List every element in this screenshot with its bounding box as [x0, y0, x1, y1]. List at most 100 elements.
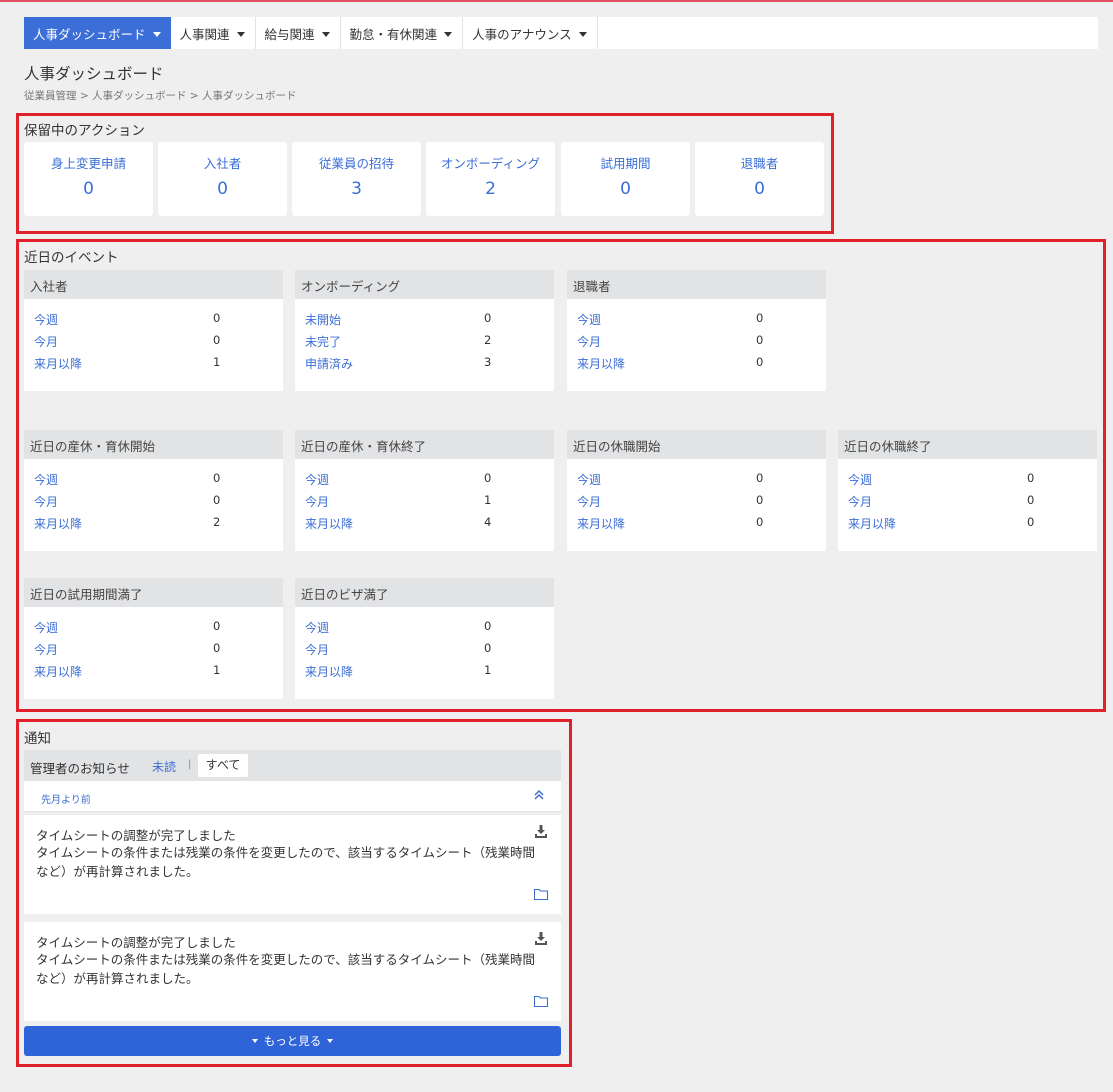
event-row-value: 0	[756, 311, 764, 325]
event-row-label[interactable]: 来月以降	[34, 355, 82, 372]
event-card-maternity-end: 近日の産休・育休終了 今週 0 今月 1 来月以降 4	[295, 430, 554, 551]
nav-hr-related[interactable]: 人事関連	[171, 17, 256, 49]
action-label: 退職者	[740, 156, 779, 171]
nav-hr-dashboard[interactable]: 人事ダッシュボード	[24, 17, 171, 49]
event-row-label[interactable]: 来月以降	[305, 663, 353, 680]
event-row-value: 0	[213, 493, 221, 507]
event-row-label[interactable]: 今週	[34, 471, 58, 488]
event-row-label[interactable]: 未完了	[305, 333, 341, 350]
tab-unread[interactable]: 未読	[152, 758, 176, 775]
action-card-probation[interactable]: 試用期間 0	[561, 142, 690, 216]
chevron-down-icon	[578, 31, 587, 37]
show-more-label: もっと見る	[263, 1034, 322, 1048]
event-row-value: 0	[484, 619, 492, 633]
event-row-label[interactable]: 申請済み	[305, 355, 353, 372]
notification-body: タイムシートの条件または残業の条件を変更したので、該当するタイムシート（残業時間…	[36, 952, 536, 986]
event-row-value: 0	[756, 515, 764, 529]
event-row-label[interactable]: 来月以降	[848, 515, 896, 532]
event-row-label[interactable]: 今月	[305, 493, 329, 510]
event-row-label[interactable]: 来月以降	[305, 515, 353, 532]
event-card-title: 近日の休職開始	[567, 430, 826, 459]
action-label: 入社者	[203, 156, 242, 171]
older-group-label: 先月より前	[41, 795, 91, 806]
download-icon[interactable]	[533, 930, 549, 946]
nav-attendance[interactable]: 勤怠・有休関連	[341, 17, 464, 49]
event-row-label[interactable]: 今月	[305, 641, 329, 658]
event-row-label[interactable]: 来月以降	[34, 515, 82, 532]
caret-down-icon	[251, 1039, 258, 1043]
event-card-leave-start: 近日の休職開始 今週 0 今月 0 来月以降 0	[567, 430, 826, 551]
action-count: 0	[83, 179, 94, 199]
nav-label: 人事関連	[179, 26, 230, 42]
event-row-label[interactable]: 来月以降	[577, 355, 625, 372]
event-row-value: 0	[484, 471, 492, 485]
event-row-label[interactable]: 今月	[34, 333, 58, 350]
download-icon[interactable]	[533, 823, 549, 839]
event-row-label[interactable]: 今月	[577, 493, 601, 510]
event-row-label[interactable]: 来月以降	[34, 663, 82, 680]
action-card-onboarding[interactable]: オンボーディング 2	[426, 142, 555, 216]
nav-payroll[interactable]: 給与関連	[256, 17, 341, 49]
event-row-value: 2	[484, 333, 492, 347]
action-count: 2	[485, 179, 496, 199]
event-row-label[interactable]: 今週	[34, 619, 58, 636]
tab-all[interactable]: すべて	[198, 754, 248, 777]
action-count: 3	[351, 179, 362, 199]
notification-body: タイムシートの条件または残業の条件を変更したので、該当するタイムシート（残業時間…	[36, 845, 536, 879]
event-card-title: 近日の産休・育休開始	[24, 430, 283, 459]
event-row-value: 0	[484, 311, 492, 325]
action-card-new-hires[interactable]: 入社者 0	[158, 142, 287, 216]
event-row-value: 1	[484, 493, 492, 507]
action-card-invites[interactable]: 従業員の招待 3	[292, 142, 421, 216]
event-row-label[interactable]: 今月	[577, 333, 601, 350]
notifications-header-title: 管理者のお知らせ	[30, 761, 130, 776]
event-row-label[interactable]: 未開始	[305, 311, 341, 328]
nav-label: 人事ダッシュボード	[33, 26, 146, 42]
event-row-value: 4	[484, 515, 492, 529]
nav-announcements[interactable]: 人事のアナウンス	[463, 17, 598, 49]
event-row-label[interactable]: 今週	[577, 311, 601, 328]
event-card-title: 入社者	[24, 270, 283, 299]
event-row-value: 0	[756, 471, 764, 485]
event-row-value: 0	[756, 355, 764, 369]
event-card-visa-expiry: 近日のビザ満了 今週 0 今月 0 来月以降 1	[295, 578, 554, 699]
event-row-label[interactable]: 今週	[305, 619, 329, 636]
action-card-leavers[interactable]: 退職者 0	[695, 142, 824, 216]
folder-icon[interactable]	[533, 994, 549, 1008]
notification-title: タイムシートの調整が完了しました	[36, 935, 236, 950]
event-row-label[interactable]: 今月	[34, 493, 58, 510]
notifications-header: 管理者のお知らせ 未読 | すべて	[24, 750, 561, 781]
action-card-profile-change[interactable]: 身上変更申請 0	[24, 142, 153, 216]
event-card-title: 近日の試用期間満了	[24, 578, 283, 607]
event-row-label[interactable]: 今週	[577, 471, 601, 488]
action-count: 0	[620, 179, 631, 199]
event-row-value: 0	[213, 311, 221, 325]
event-card-maternity-start: 近日の産休・育休開始 今週 0 今月 0 来月以降 2	[24, 430, 283, 551]
breadcrumb: 従業員管理 > 人事ダッシュボード > 人事ダッシュボード	[24, 90, 297, 102]
event-row-value: 0	[1027, 471, 1035, 485]
event-card-onboarding: オンボーディング 未開始 0 未完了 2 申請済み 3	[295, 270, 554, 391]
chevron-double-up-icon[interactable]	[531, 787, 547, 805]
action-count: 0	[754, 179, 765, 199]
event-row-value: 0	[484, 641, 492, 655]
event-row-label[interactable]: 今月	[848, 493, 872, 510]
older-group-header[interactable]: 先月より前	[24, 781, 561, 812]
event-row-label[interactable]: 今週	[34, 311, 58, 328]
event-row-value: 0	[756, 333, 764, 347]
event-card-leave-end: 近日の休職終了 今週 0 今月 0 来月以降 0	[838, 430, 1097, 551]
nav-label: 人事のアナウンス	[472, 26, 572, 42]
event-row-label[interactable]: 今週	[305, 471, 329, 488]
chevron-down-icon	[236, 31, 245, 37]
event-row-value: 0	[756, 493, 764, 507]
event-row-label[interactable]: 来月以降	[577, 515, 625, 532]
event-row-label[interactable]: 今月	[34, 641, 58, 658]
notification-item: タイムシートの調整が完了しました タイムシートの条件または残業の条件を変更したの…	[24, 922, 561, 1021]
folder-icon[interactable]	[533, 887, 549, 901]
chevron-down-icon	[444, 31, 453, 37]
event-row-label[interactable]: 今週	[848, 471, 872, 488]
event-card-leavers: 退職者 今週 0 今月 0 来月以降 0	[567, 270, 826, 391]
event-card-title: 近日の産休・育休終了	[295, 430, 554, 459]
show-more-button[interactable]: もっと見る	[24, 1026, 561, 1056]
top-accent-line	[0, 0, 1113, 2]
caret-down-icon	[327, 1039, 334, 1043]
